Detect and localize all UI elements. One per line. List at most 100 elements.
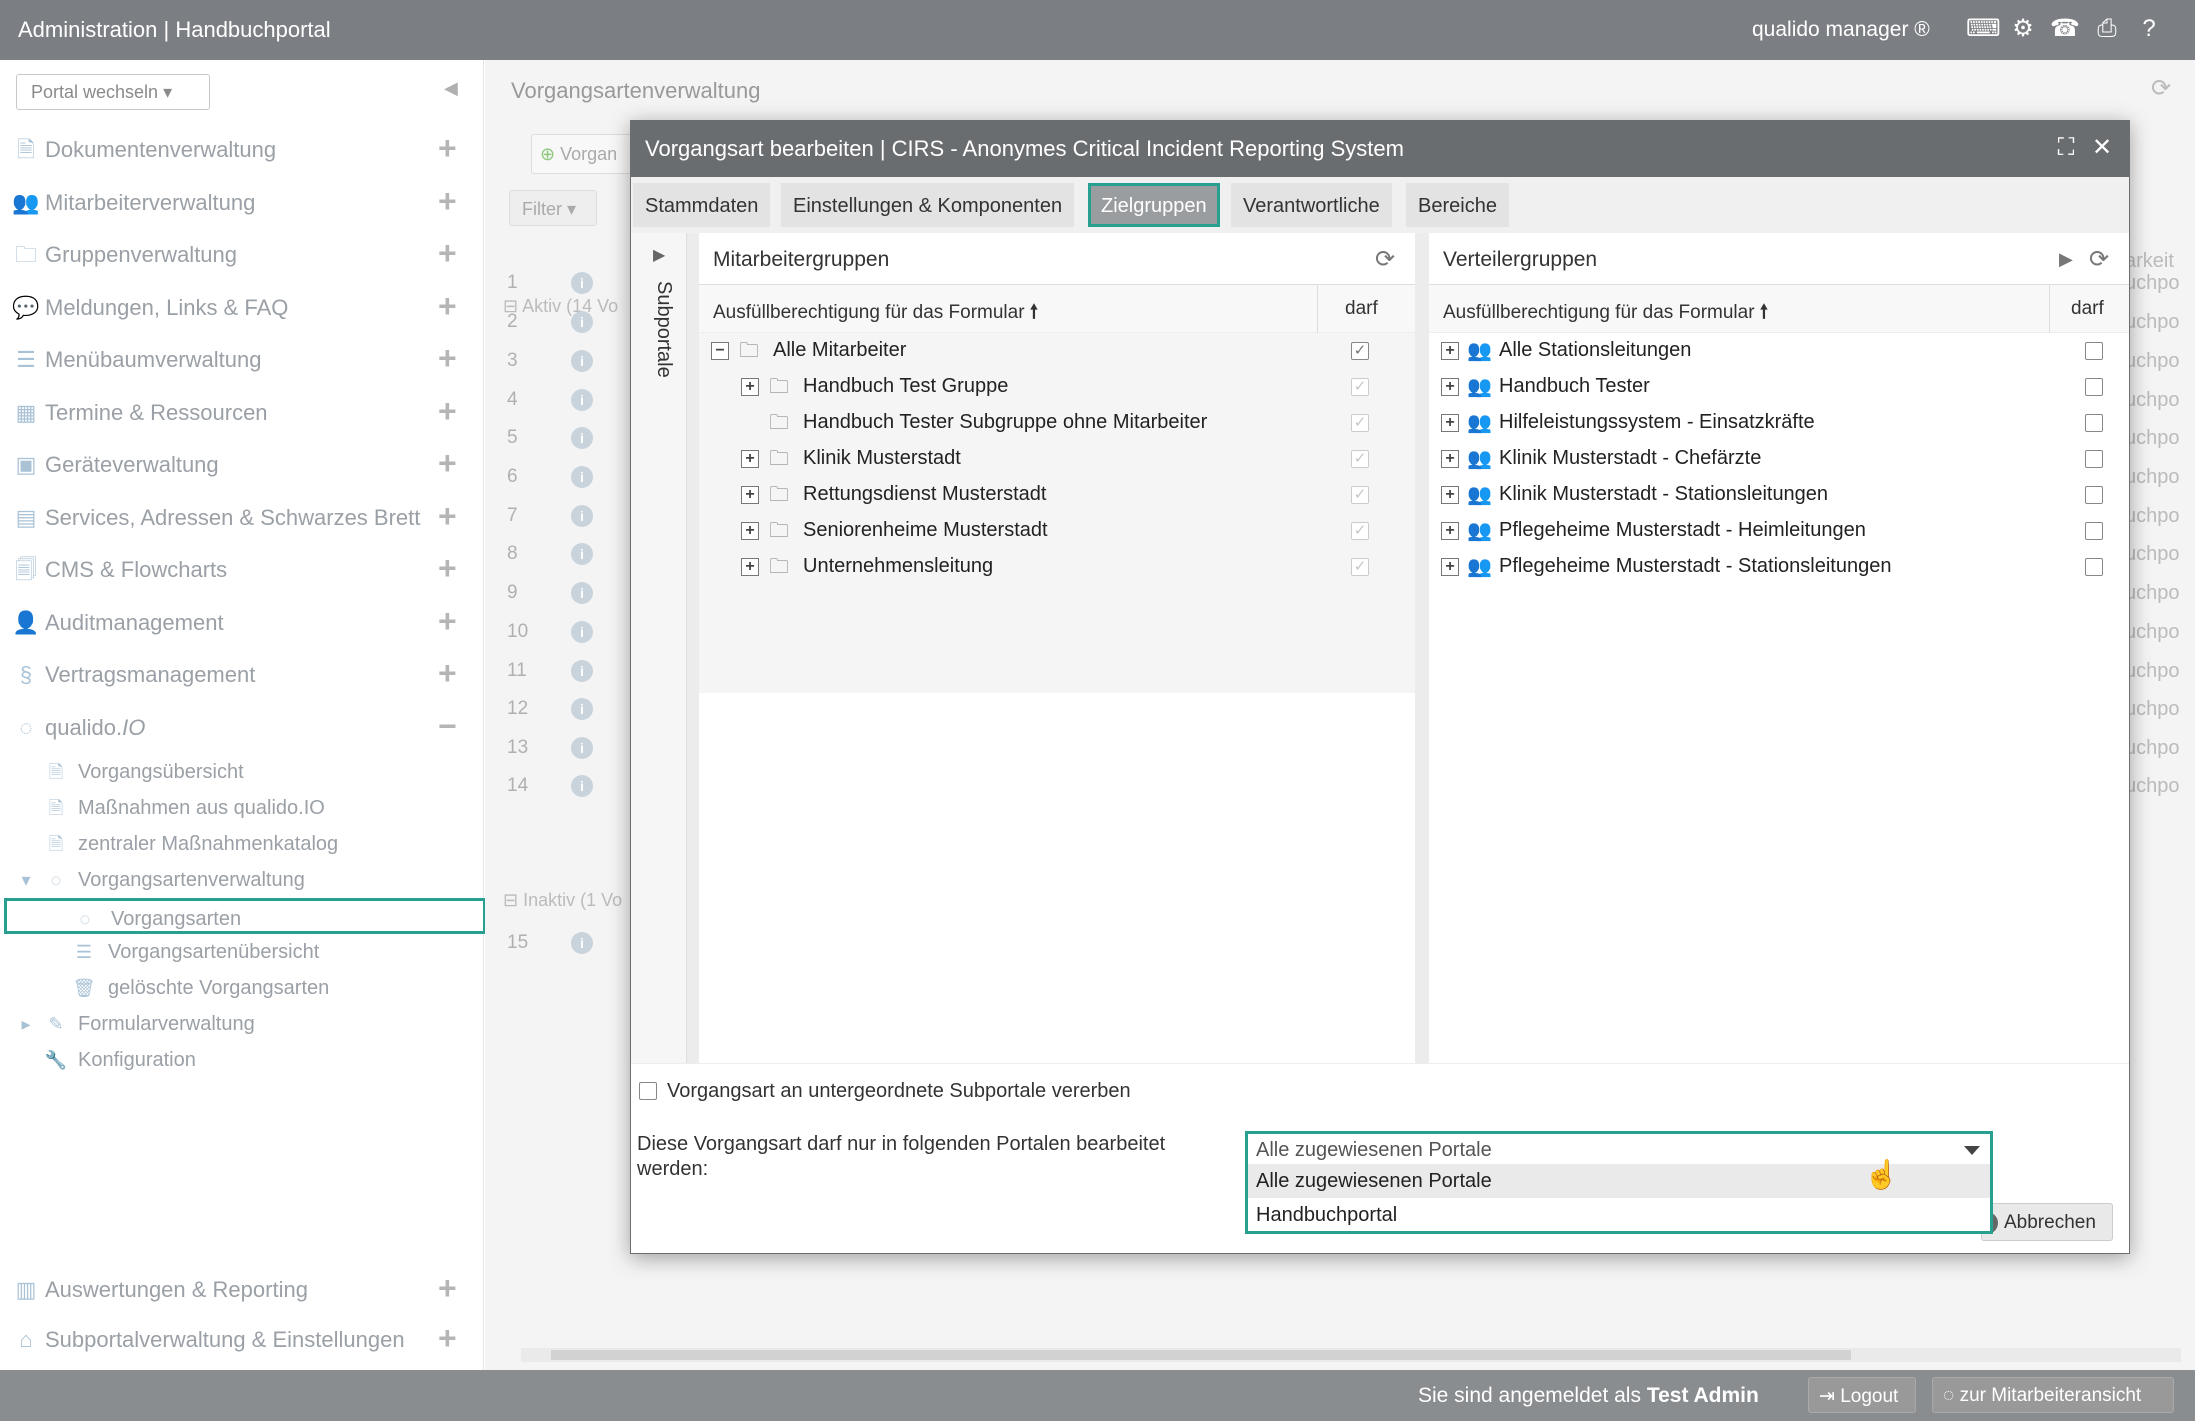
expand-icon[interactable]: + xyxy=(741,522,759,540)
tab-bereiche[interactable]: Bereiche xyxy=(1406,183,1509,227)
info-icon[interactable]: i xyxy=(571,621,593,643)
refresh-icon[interactable]: ⟳ xyxy=(1375,245,1395,274)
darf-checkbox[interactable]: ✓ xyxy=(1351,378,1369,396)
group-row[interactable]: + 👥 Klinik Musterstadt - Chefärzte xyxy=(1429,441,2129,477)
logout-button[interactable]: ⇥ Logout xyxy=(1808,1377,1916,1413)
darf-checkbox[interactable] xyxy=(2085,342,2103,360)
plus-icon[interactable]: + xyxy=(438,340,457,377)
sub-geloeschte[interactable]: 🗑 gelöschte Vorgangsarten xyxy=(0,970,484,1006)
darf-checkbox[interactable]: ✓ xyxy=(1351,342,1369,360)
expand-icon[interactable]: + xyxy=(741,378,759,396)
sub-vorgangsuebersicht[interactable]: 🗎 Vorgangsübersicht xyxy=(0,754,484,790)
info-icon[interactable]: i xyxy=(571,932,593,954)
group-row[interactable]: + 👥 Handbuch Tester xyxy=(1429,369,2129,405)
horizontal-scrollbar[interactable] xyxy=(521,1348,2181,1362)
chevron-right-icon[interactable]: ▶ xyxy=(2059,249,2073,270)
refresh-icon[interactable]: ⟳ xyxy=(2089,245,2109,274)
splitter[interactable] xyxy=(687,233,699,1063)
sub-konfiguration[interactable]: 🔧 Konfiguration xyxy=(0,1042,484,1078)
info-icon[interactable]: i xyxy=(571,505,593,527)
nav-qualido-io[interactable]: ◌ qualido.IO − xyxy=(0,702,484,754)
splitter[interactable] xyxy=(1415,233,1429,1063)
info-icon[interactable]: i xyxy=(571,543,593,565)
subportale-panel[interactable]: ▶ Subportale xyxy=(631,233,687,1063)
darf-checkbox[interactable] xyxy=(2085,486,2103,504)
nav-auswertungen[interactable]: ▥ Auswertungen & Reporting + xyxy=(0,1264,484,1316)
tree-row[interactable]: + 🗀 Handbuch Test Gruppe ✓ xyxy=(699,369,1415,405)
tab-verantwortliche[interactable]: Verantwortliche xyxy=(1231,183,1392,227)
plus-icon[interactable]: + xyxy=(438,1320,457,1357)
minus-icon[interactable]: − xyxy=(438,708,457,745)
darf-checkbox[interactable] xyxy=(2085,522,2103,540)
expand-icon[interactable]: + xyxy=(741,450,759,468)
tree-row[interactable]: + 🗀 Seniorenheime Musterstadt ✓ xyxy=(699,513,1415,549)
darf-checkbox[interactable] xyxy=(2085,450,2103,468)
group-row[interactable]: + 👥 Pflegeheime Musterstadt - Heimleitunge… xyxy=(1429,513,2129,549)
nav-subportalverwaltung[interactable]: ⌂ Subportalverwaltung & Einstellungen + xyxy=(0,1314,484,1366)
plus-icon[interactable]: + xyxy=(438,655,457,692)
portal-select[interactable]: Portal wechseln ▾ xyxy=(16,74,210,110)
tree-row[interactable]: + 🗀 Klinik Musterstadt ✓ xyxy=(699,441,1415,477)
expand-icon[interactable]: + xyxy=(1441,378,1459,396)
info-icon[interactable]: i xyxy=(571,660,593,682)
keyboard-icon[interactable]: ⌨ xyxy=(1966,14,2001,44)
info-icon[interactable]: i xyxy=(571,272,593,294)
expand-icon[interactable]: + xyxy=(741,558,759,576)
plus-icon[interactable]: + xyxy=(438,445,457,482)
expand-icon[interactable]: + xyxy=(1441,450,1459,468)
expand-icon[interactable]: + xyxy=(741,486,759,504)
chevron-down-icon[interactable]: ▾ xyxy=(14,868,38,892)
darf-checkbox[interactable] xyxy=(2085,558,2103,576)
active-group-header[interactable]: ⊟ Aktiv (14 Vo xyxy=(503,296,618,317)
info-icon[interactable]: i xyxy=(571,311,593,333)
sub-massnahmenkatalog[interactable]: 🗎 zentraler Maßnahmenkatalog xyxy=(0,826,484,862)
employee-view-button[interactable]: ◌ zur Mitarbeiteransicht xyxy=(1932,1377,2174,1413)
filter-button[interactable]: Filter ▾ xyxy=(509,190,597,226)
expand-icon[interactable]: + xyxy=(1441,342,1459,360)
info-icon[interactable]: i xyxy=(571,737,593,759)
nav-meldungen[interactable]: 💬 Meldungen, Links & FAQ + xyxy=(0,282,484,334)
print-icon[interactable]: ⎙ xyxy=(2092,14,2122,44)
chevron-right-icon[interactable]: ▶ xyxy=(653,245,665,265)
plus-icon[interactable]: + xyxy=(438,1270,457,1307)
close-icon[interactable]: ✕ xyxy=(2087,133,2117,163)
darf-checkbox[interactable] xyxy=(2085,414,2103,432)
group-row[interactable]: + 👥 Pflegeheime Musterstadt - Stationsleit… xyxy=(1429,549,2129,585)
gears-icon[interactable]: ⚙ xyxy=(2008,14,2038,44)
cancel-button[interactable]: ✕Abbrechen xyxy=(1976,1203,2113,1241)
nav-auditmanagement[interactable]: 👤 Auditmanagement + xyxy=(0,597,484,649)
tree-row[interactable]: + 🗀 Rettungsdienst Musterstadt ✓ xyxy=(699,477,1415,513)
expand-icon[interactable]: + xyxy=(1441,414,1459,432)
nav-termine[interactable]: ▦ Termine & Ressourcen + xyxy=(0,387,484,439)
plus-icon[interactable]: + xyxy=(438,498,457,535)
nav-dokumentenverwaltung[interactable]: 🗎 Dokumentenverwaltung + xyxy=(0,124,484,176)
info-icon[interactable]: i xyxy=(571,582,593,604)
darf-checkbox[interactable]: ✓ xyxy=(1351,558,1369,576)
plus-icon[interactable]: + xyxy=(438,603,457,640)
fax-icon[interactable]: ☎ xyxy=(2050,14,2080,44)
tab-zielgruppen[interactable]: Zielgruppen xyxy=(1088,183,1220,227)
chevron-right-icon[interactable]: ▸ xyxy=(14,1012,38,1036)
sub-massnahmen[interactable]: 🗎 Maßnahmen aus qualido.IO xyxy=(0,790,484,826)
collapse-sidebar-icon[interactable]: ◀ xyxy=(444,78,458,99)
nav-cms[interactable]: 🗐 CMS & Flowcharts + xyxy=(0,544,484,596)
sub-vorgangsarten[interactable]: ◌ Vorgangsarten xyxy=(4,898,486,934)
help-icon[interactable]: ? xyxy=(2134,14,2164,44)
darf-checkbox[interactable]: ✓ xyxy=(1351,486,1369,504)
plus-icon[interactable]: + xyxy=(438,130,457,167)
sub-formularverwaltung[interactable]: ▸ ✎ Formularverwaltung xyxy=(0,1006,484,1042)
expand-icon[interactable]: + xyxy=(1441,558,1459,576)
sub-vorgangsartenverwaltung[interactable]: ▾ ◌ Vorgangsartenverwaltung xyxy=(0,862,484,898)
plus-icon[interactable]: + xyxy=(438,235,457,272)
tree-row[interactable]: 🗀 Handbuch Tester Subgruppe ohne Mitarbei… xyxy=(699,405,1415,441)
scrollbar-thumb[interactable] xyxy=(551,1350,1851,1360)
tree-row[interactable]: + 🗀 Unternehmensleitung ✓ xyxy=(699,549,1415,585)
darf-checkbox[interactable]: ✓ xyxy=(1351,522,1369,540)
darf-checkbox[interactable]: ✓ xyxy=(1351,450,1369,468)
info-icon[interactable]: i xyxy=(571,775,593,797)
info-icon[interactable]: i xyxy=(571,350,593,372)
expand-icon[interactable]: + xyxy=(1441,486,1459,504)
group-row[interactable]: + 👥 Klinik Musterstadt - Stationsleitungen xyxy=(1429,477,2129,513)
col-darf[interactable]: darf xyxy=(2071,298,2104,320)
info-icon[interactable]: i xyxy=(571,389,593,411)
